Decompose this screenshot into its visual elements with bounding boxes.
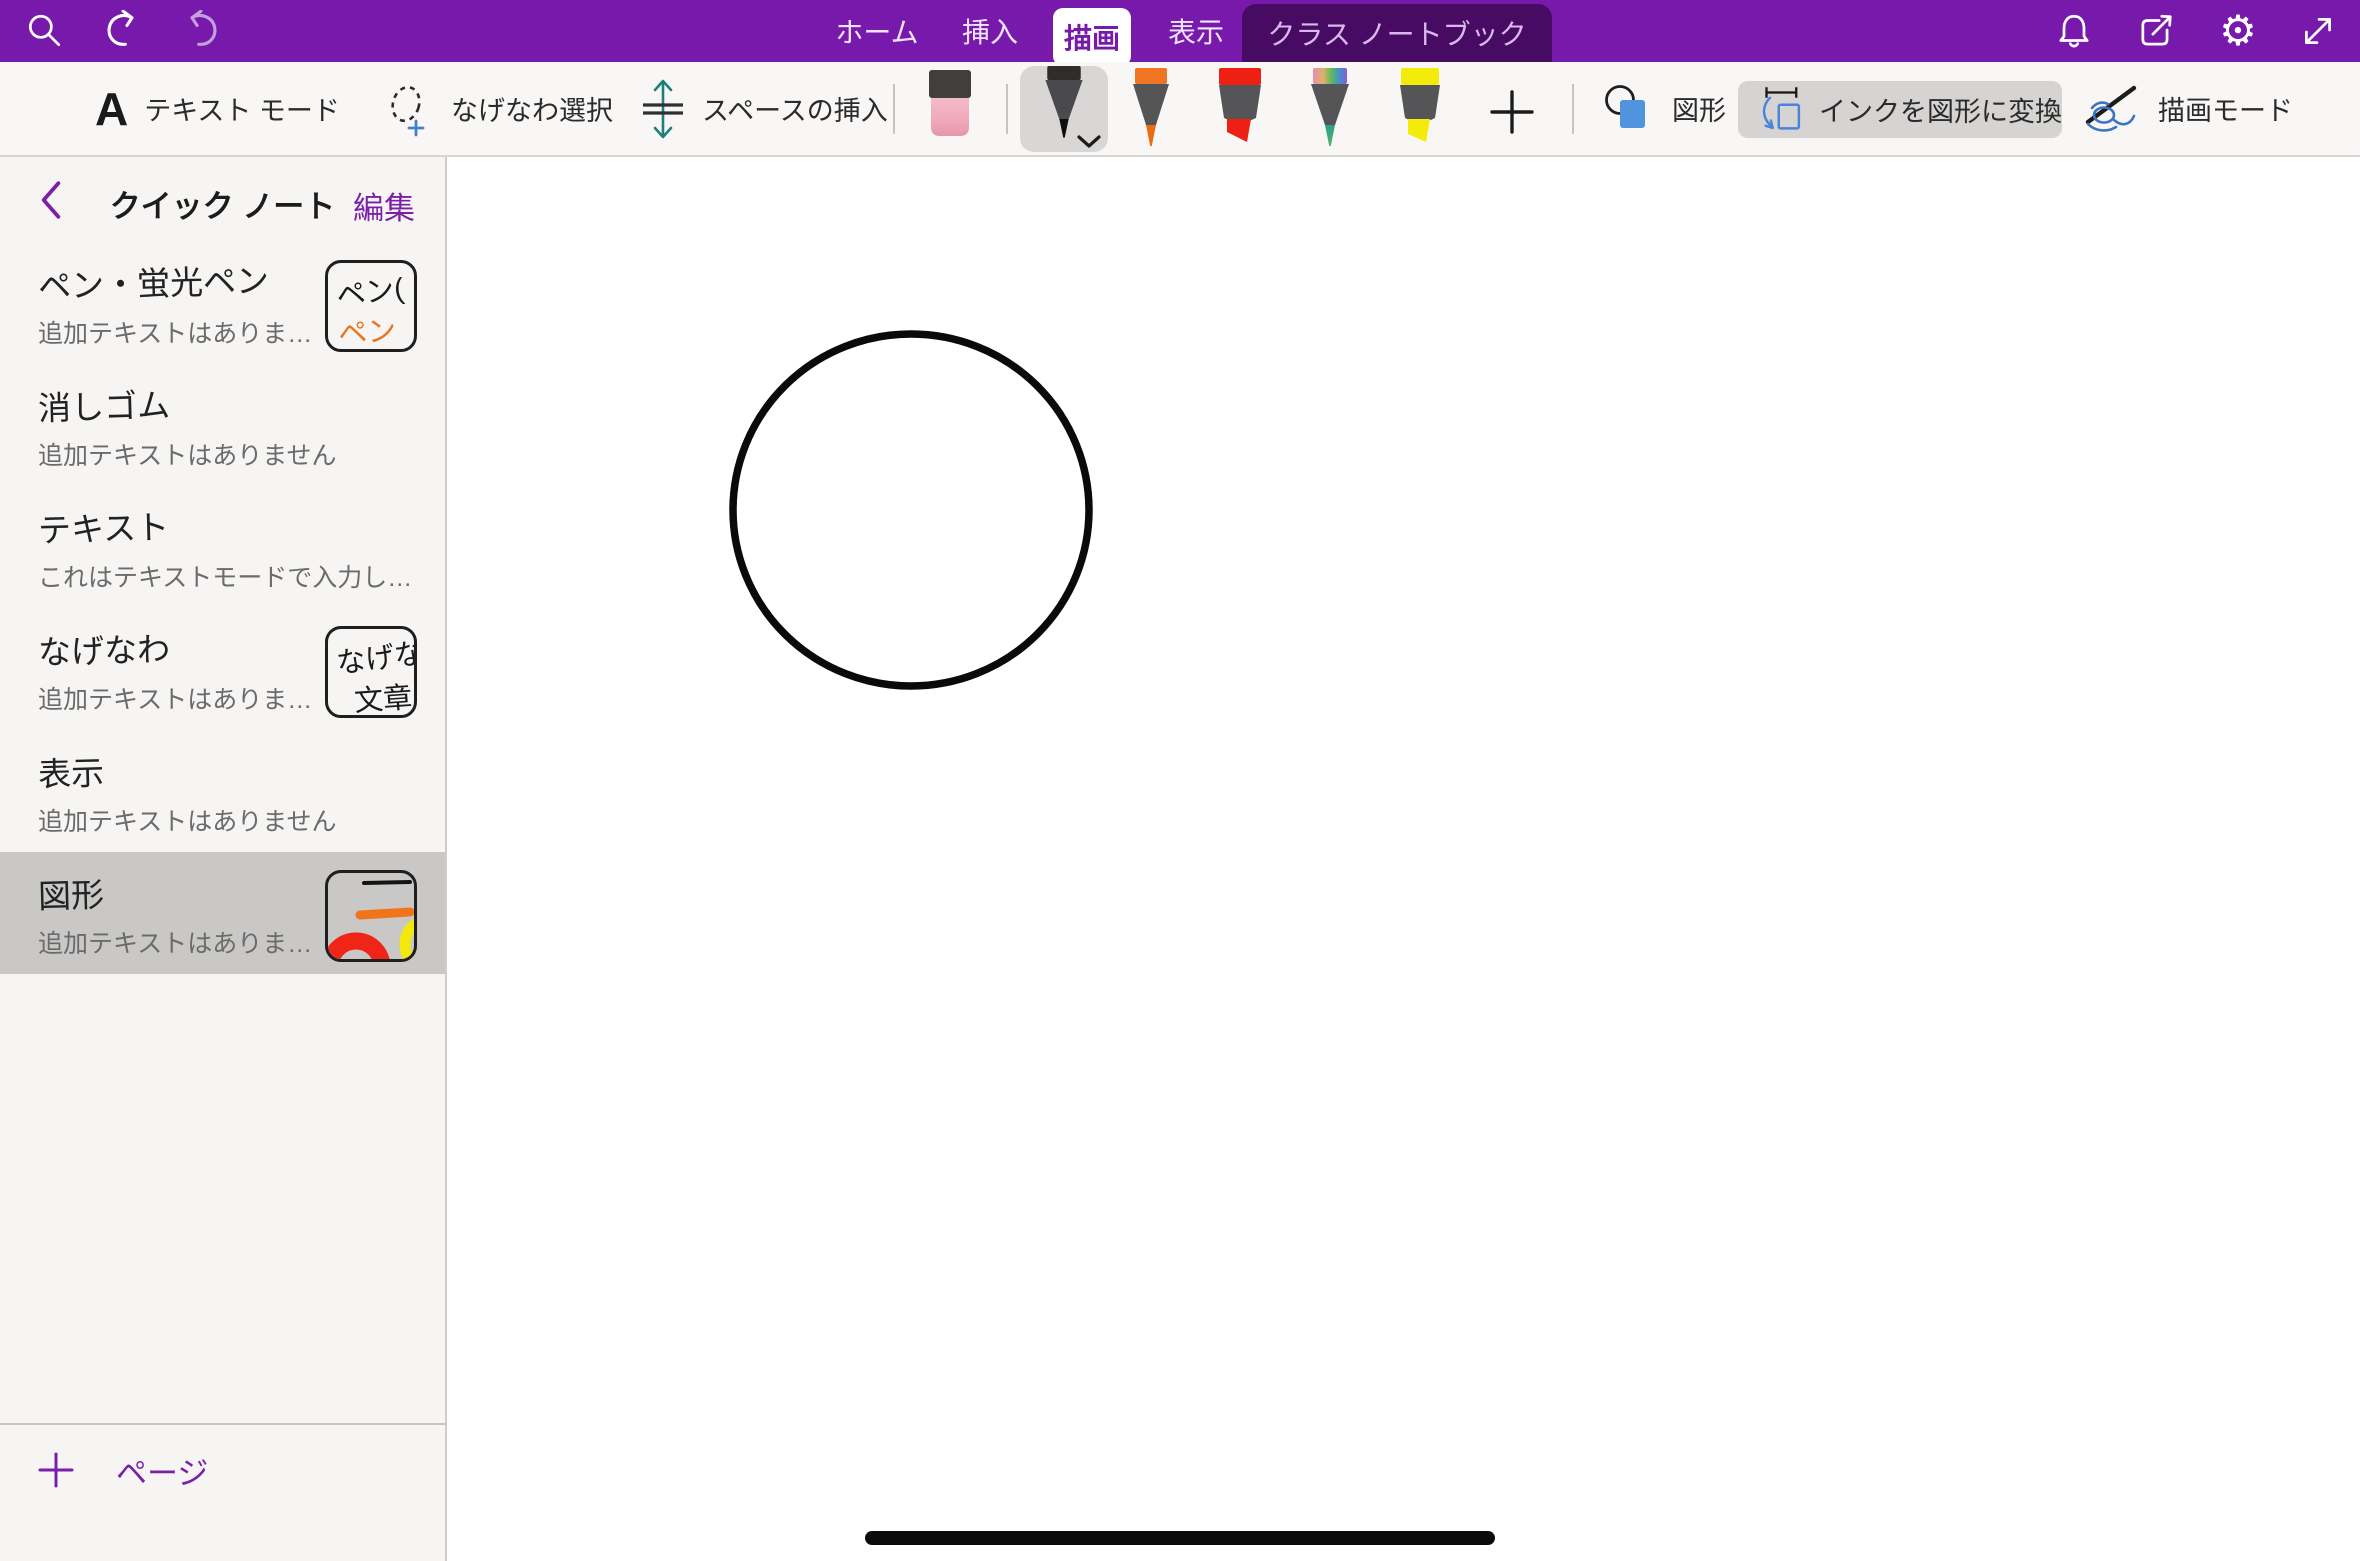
ink-to-shape-icon: [1756, 82, 1805, 138]
page-row-shapes-selected[interactable]: 図形 追加テキストはありま…: [0, 852, 445, 974]
page-row-lasso[interactable]: なげなわ 追加テキストはありま… なげな 文章を: [0, 608, 445, 730]
text-mode-button[interactable]: A テキスト モード: [95, 62, 340, 155]
black-pen-tool-selected[interactable]: [1020, 66, 1108, 152]
galaxy-pen-tool[interactable]: [1300, 68, 1360, 155]
drawing-canvas[interactable]: [449, 157, 2360, 1561]
plus-icon: [38, 1452, 74, 1488]
ink-circle-shape[interactable]: [449, 157, 2360, 1561]
sidebar-divider: [0, 1423, 445, 1425]
ribbon-divider: [1572, 84, 1574, 134]
tab-insert[interactable]: 挿入: [947, 0, 1033, 62]
top-app-bar: ホーム 挿入 描画 表示 クラス ノートブック ⚙: [0, 0, 2360, 62]
draw-ribbon: A テキスト モード なげなわ選択 スペースの挿入: [0, 62, 2360, 157]
redo-icon[interactable]: [180, 9, 224, 53]
yellow-highlighter-tool[interactable]: [1390, 68, 1450, 155]
tab-view[interactable]: 表示: [1153, 0, 1239, 62]
page-row-view[interactable]: 表示 追加テキストはありません: [0, 730, 445, 852]
page-row-eraser[interactable]: 消しゴム 追加テキストはありません: [0, 364, 445, 486]
undo-icon[interactable]: [100, 9, 144, 53]
fullscreen-expand-icon[interactable]: [2296, 9, 2340, 53]
onenote-window: ホーム 挿入 描画 表示 クラス ノートブック ⚙ A: [0, 0, 2360, 1561]
add-page-button[interactable]: ページ: [0, 1435, 445, 1505]
page-row-text[interactable]: テキスト これはテキストモードで入力し…: [0, 486, 445, 608]
page-list-sidebar: クイック ノート 編集 ペン・蛍光ペン 追加テキストはありま… ペン( ペン 消…: [0, 157, 447, 1561]
page-thumbnail: なげな 文章を: [325, 626, 417, 718]
page-list: ペン・蛍光ペン 追加テキストはありま… ペン( ペン 消しゴム 追加テキストはあ…: [0, 242, 445, 974]
insert-space-icon: [640, 78, 686, 140]
edit-button[interactable]: 編集: [353, 183, 415, 228]
chevron-down-icon: [1076, 134, 1102, 150]
draw-mode-button[interactable]: 描画モード: [2080, 62, 2293, 155]
orange-pen-tool[interactable]: [1121, 68, 1181, 155]
sidebar-header: クイック ノート 編集: [0, 157, 445, 242]
tab-class-notebook[interactable]: クラス ノートブック: [1242, 4, 1552, 62]
ribbon-divider: [1006, 84, 1008, 134]
ink-to-shape-button[interactable]: インクを図形に変換: [1738, 81, 2062, 138]
home-indicator[interactable]: [865, 1531, 1495, 1545]
shapes-button[interactable]: 図形: [1602, 62, 1726, 155]
red-highlighter-tool[interactable]: [1210, 68, 1270, 155]
text-mode-a-icon: A: [95, 86, 128, 132]
notifications-bell-icon[interactable]: [2052, 9, 2096, 53]
insert-space-button[interactable]: スペースの挿入: [640, 62, 888, 155]
share-icon[interactable]: [2134, 9, 2178, 53]
lasso-icon: [385, 81, 435, 137]
tab-home[interactable]: ホーム: [827, 0, 927, 62]
shapes-icon: [1602, 82, 1656, 136]
page-row-pen-highlighter[interactable]: ペン・蛍光ペン 追加テキストはありま… ペン( ペン: [0, 242, 445, 364]
tab-draw[interactable]: 描画: [1053, 8, 1131, 66]
page-thumbnail-drawing: [325, 870, 417, 962]
draw-mode-hand-pen-icon: [2080, 82, 2142, 136]
settings-gear-icon[interactable]: ⚙: [2216, 9, 2260, 53]
eraser-tool[interactable]: [929, 70, 971, 143]
add-pen-button[interactable]: [1489, 89, 1535, 140]
lasso-select-button[interactable]: なげなわ選択: [385, 62, 613, 155]
search-icon[interactable]: [22, 9, 66, 53]
ribbon-divider: [893, 84, 895, 134]
page-thumbnail: ペン( ペン: [325, 260, 417, 352]
